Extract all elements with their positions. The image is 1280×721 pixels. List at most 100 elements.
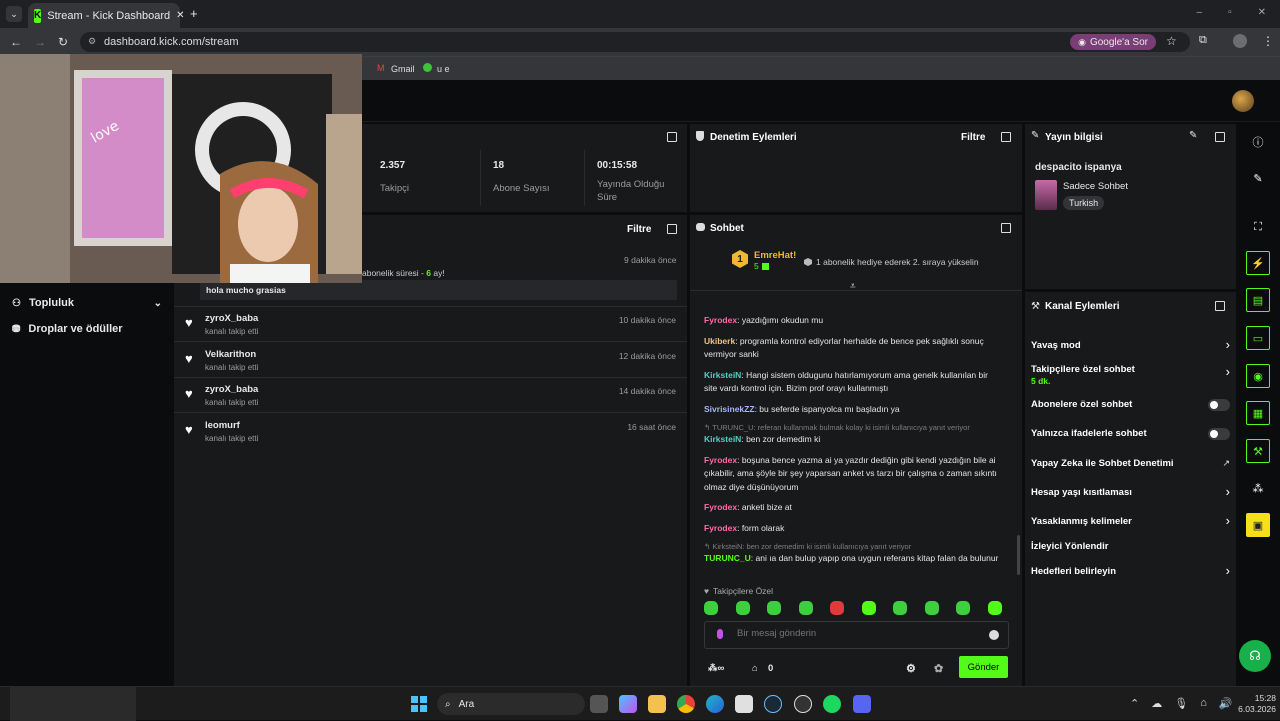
channel-action-row[interactable]: İzleyici Yönlendir <box>1031 541 1230 563</box>
browser-menu-icon[interactable]: ⋮ <box>1262 34 1274 48</box>
chat-username[interactable]: Fyrodex <box>704 455 737 465</box>
mic-tray-icon[interactable]: 🎙 <box>1174 697 1188 710</box>
emote-icon[interactable] <box>861 601 876 615</box>
activity-user[interactable]: leomurf <box>205 420 240 431</box>
expand-icon[interactable] <box>1001 223 1011 233</box>
nodes-icon[interactable]: ⁂ <box>1246 476 1270 500</box>
emote-icon[interactable] <box>987 601 1002 615</box>
back-icon[interactable]: ← <box>10 35 22 49</box>
chat-username[interactable]: Fyrodex <box>704 523 737 533</box>
file-explorer-icon[interactable] <box>648 695 666 713</box>
emote-icon[interactable] <box>798 601 813 615</box>
activity-user[interactable]: Velkarithon <box>205 349 256 360</box>
start-icon[interactable] <box>411 696 427 712</box>
tab-list-button[interactable]: ⌄ <box>6 6 22 22</box>
chat-username[interactable]: KirksteiN <box>704 370 741 380</box>
support-button[interactable]: ☊ <box>1239 640 1271 672</box>
chat-scrollbar[interactable] <box>1017 535 1020 575</box>
copilot-icon[interactable] <box>619 695 637 713</box>
store-icon[interactable]: ⌂ <box>752 663 758 674</box>
emote-icon[interactable] <box>956 601 970 615</box>
close-window-icon[interactable]: ✕ <box>1258 7 1266 18</box>
restore-icon[interactable]: ▫ <box>1228 7 1232 18</box>
clapper-icon[interactable]: ▣ <box>1246 513 1270 537</box>
emote-icon[interactable] <box>735 601 750 615</box>
bookmark-star-icon[interactable]: ☆ <box>1166 34 1177 48</box>
channel-action-row[interactable]: Yapay Zeka ile Sohbet Denetimi ↗ <box>1031 458 1230 480</box>
emote-icon[interactable] <box>704 601 718 615</box>
discord-icon[interactable] <box>853 695 871 713</box>
send-button[interactable]: Gönder <box>959 656 1008 678</box>
user-avatar[interactable] <box>1232 90 1254 112</box>
expand-icon[interactable] <box>1215 132 1225 142</box>
toggle-switch[interactable] <box>1208 428 1230 440</box>
channel-action-row[interactable]: Hesap yaşı kısıtlaması › <box>1031 484 1230 509</box>
reload-icon[interactable]: ↻ <box>58 35 68 49</box>
channel-action-row[interactable]: Takipçilere özel sohbet 5 dk. › <box>1031 364 1230 386</box>
sidebar-item-community[interactable]: ⚇ Topluluk ⌄ <box>12 295 162 311</box>
activity-user[interactable]: zyroX_baba <box>205 384 258 395</box>
edit-icon[interactable]: ✎ <box>1189 130 1197 141</box>
microphone-icon[interactable] <box>717 629 723 639</box>
fullscreen-icon[interactable]: ⛶ <box>1246 215 1270 239</box>
channel-action-row[interactable]: Yasaklanmış kelimeler › <box>1031 513 1230 538</box>
channel-action-row[interactable]: Yavaş mod › <box>1031 337 1230 362</box>
chat-username[interactable]: KirksteiN <box>704 434 741 444</box>
channel-action-row[interactable]: Hedefleri belirleyin › <box>1031 563 1230 588</box>
site-info-icon[interactable]: ⚙ <box>88 36 96 47</box>
edit-icon[interactable]: ✎ <box>1246 166 1270 190</box>
sidebar-item-drops[interactable]: ⛃ Droplar ve ödüller <box>12 321 162 337</box>
ask-google-button[interactable]: ◉ Google'a Sor <box>1070 34 1156 50</box>
network-icon[interactable]: ⌂ <box>1200 697 1207 710</box>
expand-icon[interactable] <box>1001 132 1011 142</box>
chat-settings-icon[interactable]: ⚙ <box>906 662 916 675</box>
extensions-icon[interactable]: ⧉ <box>1199 34 1207 47</box>
broadcast-icon[interactable]: ◉ <box>1246 364 1270 388</box>
close-tab-icon[interactable]: ✕ <box>176 10 184 21</box>
toggle-switch[interactable] <box>1208 399 1230 411</box>
address-bar[interactable]: ⚙ dashboard.kick.com/stream <box>80 32 1190 52</box>
edge-icon[interactable] <box>706 695 724 713</box>
chat-input[interactable] <box>704 621 1009 649</box>
moderation-filter-button[interactable]: Filtre <box>961 132 985 143</box>
chat-username[interactable]: SivrisinekZZ <box>704 404 755 414</box>
expand-icon[interactable] <box>667 132 677 142</box>
bookmark-ue[interactable]: u e <box>437 64 450 74</box>
emote-icon[interactable] <box>830 601 844 615</box>
document-icon[interactable]: ▤ <box>1246 288 1270 312</box>
chat-username[interactable]: TURUNC_U <box>704 553 751 563</box>
activity-filter-button[interactable]: Filtre <box>627 224 651 235</box>
emote-icon[interactable] <box>767 601 781 615</box>
info-icon[interactable]: ⓘ <box>1246 130 1270 154</box>
cloud-icon[interactable]: ☁ <box>1151 697 1162 710</box>
expand-icon[interactable] <box>667 224 677 234</box>
spotify-icon[interactable] <box>823 695 841 713</box>
task-view-icon[interactable] <box>590 695 608 713</box>
chat-message-field[interactable] <box>737 628 977 639</box>
lightning-icon[interactable]: ⚡ <box>1246 251 1270 275</box>
emoji-icon[interactable] <box>989 630 999 640</box>
chat-tools-icon[interactable]: ✿ <box>934 662 943 675</box>
server-icon[interactable]: ▦ <box>1246 401 1270 425</box>
channel-action-row[interactable]: Yalnızca ifadelerle sohbet <box>1031 428 1230 450</box>
minimize-icon[interactable]: – <box>1197 7 1203 18</box>
browser-tab[interactable]: K Stream - Kick Dashboard ✕ <box>28 3 185 28</box>
chat-username[interactable]: Ukiberk <box>704 336 735 346</box>
bookmark-gmail[interactable]: Gmail <box>391 64 415 74</box>
obs-icon[interactable] <box>794 695 812 713</box>
chat-icon[interactable]: ▭ <box>1246 326 1270 350</box>
points-icon[interactable]: ⁂∞ <box>708 663 724 674</box>
chevron-up-icon[interactable]: ⌃ <box>1130 697 1139 710</box>
chat-username[interactable]: Fyrodex <box>704 502 737 512</box>
volume-icon[interactable]: 🔊 <box>1219 697 1233 710</box>
new-tab-button[interactable]: + <box>190 6 198 21</box>
forward-icon[interactable]: → <box>34 35 46 49</box>
profile-avatar[interactable] <box>1233 34 1247 48</box>
clock[interactable]: 15:28 6.03.2026 <box>1232 693 1276 715</box>
steam-icon[interactable] <box>764 695 782 713</box>
chat-username[interactable]: Fyrodex <box>704 315 737 325</box>
emote-icon[interactable] <box>924 601 939 615</box>
pinned-user[interactable]: EmreHat! <box>754 250 796 261</box>
chrome-icon[interactable] <box>677 695 695 713</box>
taskbar-search[interactable]: ⌕ Ara <box>437 693 585 715</box>
